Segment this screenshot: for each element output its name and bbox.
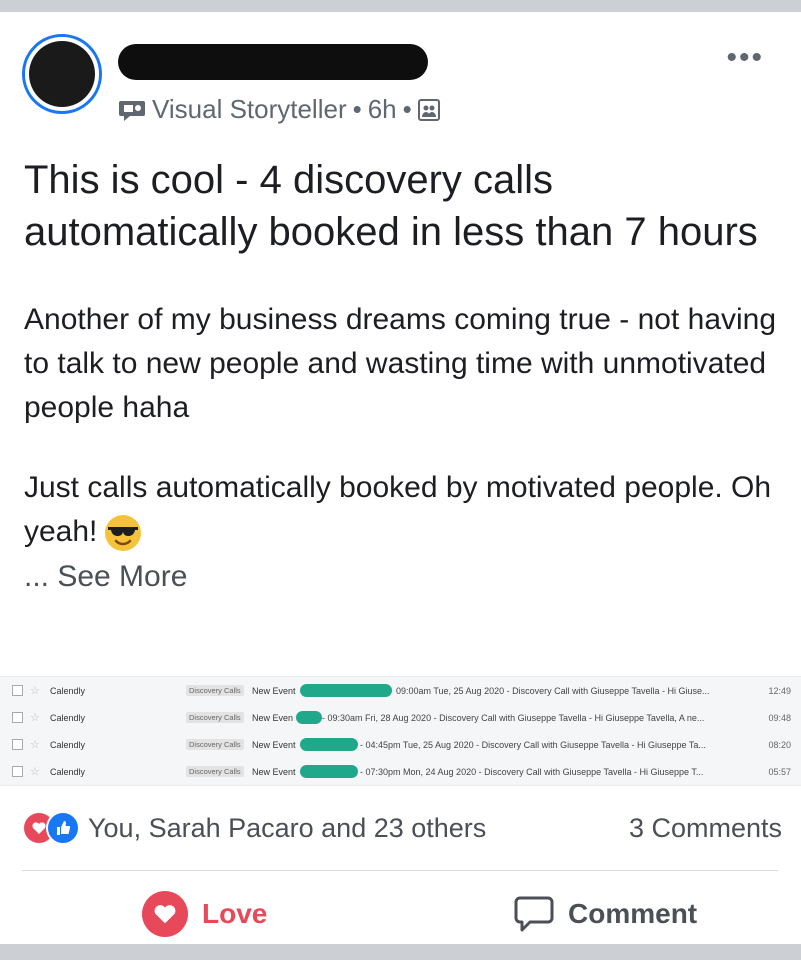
email-sender: Calendly <box>50 685 86 696</box>
post-headline: This is cool - 4 discovery calls automat… <box>24 158 758 254</box>
email-row: ☆ Calendly Discovery Calls New Event 09:… <box>0 677 801 704</box>
like-reaction-icon[interactable] <box>46 811 80 845</box>
email-subject: - 07:30pm Mon, 24 Aug 2020 - Discovery C… <box>360 766 704 777</box>
see-more-link[interactable]: ... See More <box>24 554 784 600</box>
meta-separator-2: • <box>402 94 412 124</box>
post-paragraph-3: Just calls automatically booked by motiv… <box>24 466 784 554</box>
email-subject: - 04:45pm Tue, 25 Aug 2020 - Discovery C… <box>360 739 706 750</box>
meta-separator: • <box>352 94 362 124</box>
avatar-image <box>29 41 95 107</box>
love-button[interactable]: Love <box>142 882 267 946</box>
author-name-redacted[interactable] <box>118 44 428 80</box>
email-time: 12:49 <box>768 685 791 696</box>
action-bar: Love Comment <box>0 882 801 946</box>
post-time[interactable]: 6h <box>368 94 397 125</box>
email-redaction <box>300 765 358 778</box>
post-card: Visual Storyteller • 6h • ••• This is co… <box>0 12 801 944</box>
email-redaction <box>300 738 358 751</box>
star-icon: ☆ <box>30 712 40 724</box>
star-icon: ☆ <box>30 685 40 697</box>
email-label: Discovery Calls <box>186 685 244 696</box>
avatar[interactable] <box>22 34 102 114</box>
visual-storyteller-badge-icon <box>119 100 145 121</box>
post-body: This is cool - 4 discovery calls automat… <box>24 154 784 600</box>
email-label: Discovery Calls <box>186 712 244 723</box>
email-new-event: New Event <box>252 739 296 750</box>
author-badge[interactable]: Visual Storyteller <box>152 94 347 125</box>
star-icon: ☆ <box>30 766 40 778</box>
comment-icon <box>514 896 554 932</box>
email-subject: - 09:30am Fri, 28 Aug 2020 - Discovery C… <box>322 712 705 723</box>
email-checkbox <box>12 739 23 750</box>
email-checkbox <box>12 685 23 696</box>
email-time: 05:57 <box>768 766 791 777</box>
group-privacy-icon <box>417 98 440 121</box>
email-sender: Calendly <box>50 712 86 723</box>
more-options-button[interactable]: ••• <box>726 43 764 73</box>
email-row: ☆ Calendly Discovery Calls New Even - 09… <box>0 704 801 731</box>
heart-icon <box>142 891 188 937</box>
email-label: Discovery Calls <box>186 766 244 777</box>
email-checkbox <box>12 712 23 723</box>
sunglasses-emoji-icon <box>105 515 142 552</box>
email-checkbox <box>12 766 23 777</box>
email-sender: Calendly <box>50 766 86 777</box>
love-button-label: Love <box>202 898 268 929</box>
email-subject: 09:00am Tue, 25 Aug 2020 - Discovery Cal… <box>396 685 710 696</box>
post-paragraph-2: Another of my business dreams coming tru… <box>24 303 777 424</box>
email-screenshot: ☆ Calendly Discovery Calls New Event 09:… <box>0 676 801 786</box>
email-new-event: New Event <box>252 685 296 696</box>
reactions-bar: You, Sarah Pacaro and 23 others 3 Commen… <box>22 804 782 852</box>
reactions-summary[interactable]: You, Sarah Pacaro and 23 others <box>88 813 486 844</box>
email-label: Discovery Calls <box>186 739 244 750</box>
email-redaction <box>300 684 392 697</box>
email-new-event: New Even <box>252 712 294 723</box>
email-time: 09:48 <box>768 712 791 723</box>
email-new-event: New Event <box>252 766 296 777</box>
post-meta: Visual Storyteller • 6h • <box>118 94 440 125</box>
divider <box>22 870 778 871</box>
comment-button-label: Comment <box>568 898 698 929</box>
email-redaction <box>296 711 322 724</box>
comment-button[interactable]: Comment <box>514 882 697 946</box>
post-header: Visual Storyteller • 6h • ••• <box>22 34 782 124</box>
email-row: ☆ Calendly Discovery Calls New Event - 0… <box>0 758 801 785</box>
comments-count[interactable]: 3 Comments <box>629 813 782 844</box>
email-row: ☆ Calendly Discovery Calls New Event - 0… <box>0 731 801 758</box>
email-sender: Calendly <box>50 739 86 750</box>
star-icon: ☆ <box>30 739 40 751</box>
email-time: 08:20 <box>768 739 791 750</box>
